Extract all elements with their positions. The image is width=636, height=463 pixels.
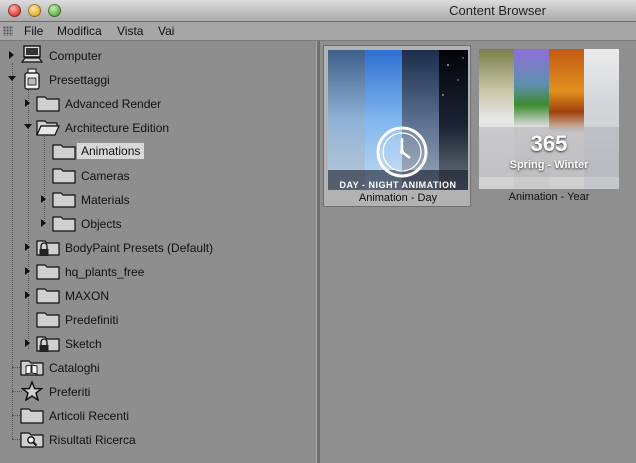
content-panel: DAY - NIGHT ANIMATION Animation - Day 36… — [320, 41, 636, 463]
expand-arrow-icon[interactable] — [25, 243, 30, 251]
folder-icon — [52, 216, 76, 232]
thumbnail-animation-day[interactable]: DAY - NIGHT ANIMATION Animation - Day — [323, 45, 471, 207]
tree-connector — [44, 133, 45, 223]
title-bar: Content Browser — [0, 0, 636, 22]
folder-icon — [52, 144, 76, 160]
jar-icon — [24, 68, 40, 90]
thumbnail-number: 365 — [530, 131, 568, 156]
menu-file[interactable]: File — [24, 24, 43, 38]
tree-item-animations[interactable]: Animations — [77, 143, 145, 159]
folder-icon — [36, 96, 60, 112]
tree-item-hq-plants-free[interactable]: hq_plants_free — [65, 265, 144, 279]
grip-icon[interactable] — [3, 26, 13, 36]
expand-arrow-icon[interactable] — [25, 291, 30, 299]
tree-item-sketch[interactable]: Sketch — [65, 337, 102, 351]
close-window-button[interactable] — [8, 4, 21, 17]
folder-icon — [52, 192, 76, 208]
tree-item-predefiniti[interactable]: Predefiniti — [65, 313, 118, 327]
tree-item-risultati-ricerca[interactable]: Risultati Ricerca — [49, 433, 136, 447]
tree-item-advanced-render[interactable]: Advanced Render — [65, 97, 161, 111]
expand-arrow-icon[interactable] — [9, 51, 14, 59]
tree-item-computer[interactable]: Computer — [49, 49, 102, 63]
folder-icon — [36, 288, 60, 304]
expand-arrow-icon[interactable] — [25, 267, 30, 275]
tree-item-objects[interactable]: Objects — [81, 217, 122, 231]
thumbnail-overlay-text: DAY - NIGHT ANIMATION — [339, 180, 457, 190]
expand-arrow-icon[interactable] — [41, 219, 46, 227]
menu-modifica[interactable]: Modifica — [57, 24, 102, 38]
folder-icon — [20, 408, 44, 424]
thumbnail-image: DAY - NIGHT ANIMATION — [328, 50, 468, 190]
menu-vista[interactable]: Vista — [117, 24, 143, 38]
tree-item-bodypaint-presets[interactable]: BodyPaint Presets (Default) — [65, 241, 213, 255]
expand-arrow-icon[interactable] — [25, 339, 30, 347]
minimize-window-button[interactable] — [28, 4, 41, 17]
folder-icon — [36, 264, 60, 280]
thumbnail-subtitle: Spring - Winter — [509, 159, 589, 171]
tree-item-articoli-recenti[interactable]: Articoli Recenti — [49, 409, 129, 423]
menu-bar: File Modifica Vista Vai — [0, 22, 636, 41]
open-folder-icon — [36, 120, 60, 136]
thumbnail-caption: Animation - Day — [358, 192, 438, 204]
tree-item-preferiti[interactable]: Preferiti — [49, 385, 90, 399]
star-icon — [21, 381, 43, 401]
tree-item-presettaggi[interactable]: Presettaggi — [49, 73, 110, 87]
thumbnail-animation-year[interactable]: 365 Spring - Winter Animation - Year — [475, 45, 623, 207]
tree-connector — [12, 63, 13, 439]
tree-item-cataloghi[interactable]: Cataloghi — [49, 361, 100, 375]
menu-vai[interactable]: Vai — [158, 24, 174, 38]
expand-arrow-icon[interactable] — [41, 195, 46, 203]
thumbnail-caption: Animation - Year — [508, 191, 590, 203]
tree-item-cameras[interactable]: Cameras — [81, 169, 130, 183]
tree-item-architecture-edition[interactable]: Architecture Edition — [65, 121, 169, 135]
folder-icon — [52, 168, 76, 184]
collapse-arrow-icon[interactable] — [24, 124, 32, 129]
zoom-window-button[interactable] — [48, 4, 61, 17]
tree-item-maxon[interactable]: MAXON — [65, 289, 109, 303]
expand-arrow-icon[interactable] — [25, 99, 30, 107]
window-title: Content Browser — [449, 3, 546, 18]
book-icon — [20, 360, 44, 376]
thumbnail-image: 365 Spring - Winter — [479, 49, 619, 189]
folder-icon — [36, 312, 60, 328]
locked-folder-icon — [36, 240, 60, 256]
search-folder-icon — [20, 432, 44, 448]
tree-panel: Computer Presettaggi Advanced Render Arc… — [0, 41, 316, 463]
tree-item-materials[interactable]: Materials — [81, 193, 130, 207]
computer-icon — [21, 45, 43, 63]
locked-folder-icon — [36, 336, 60, 352]
collapse-arrow-icon[interactable] — [8, 76, 16, 81]
